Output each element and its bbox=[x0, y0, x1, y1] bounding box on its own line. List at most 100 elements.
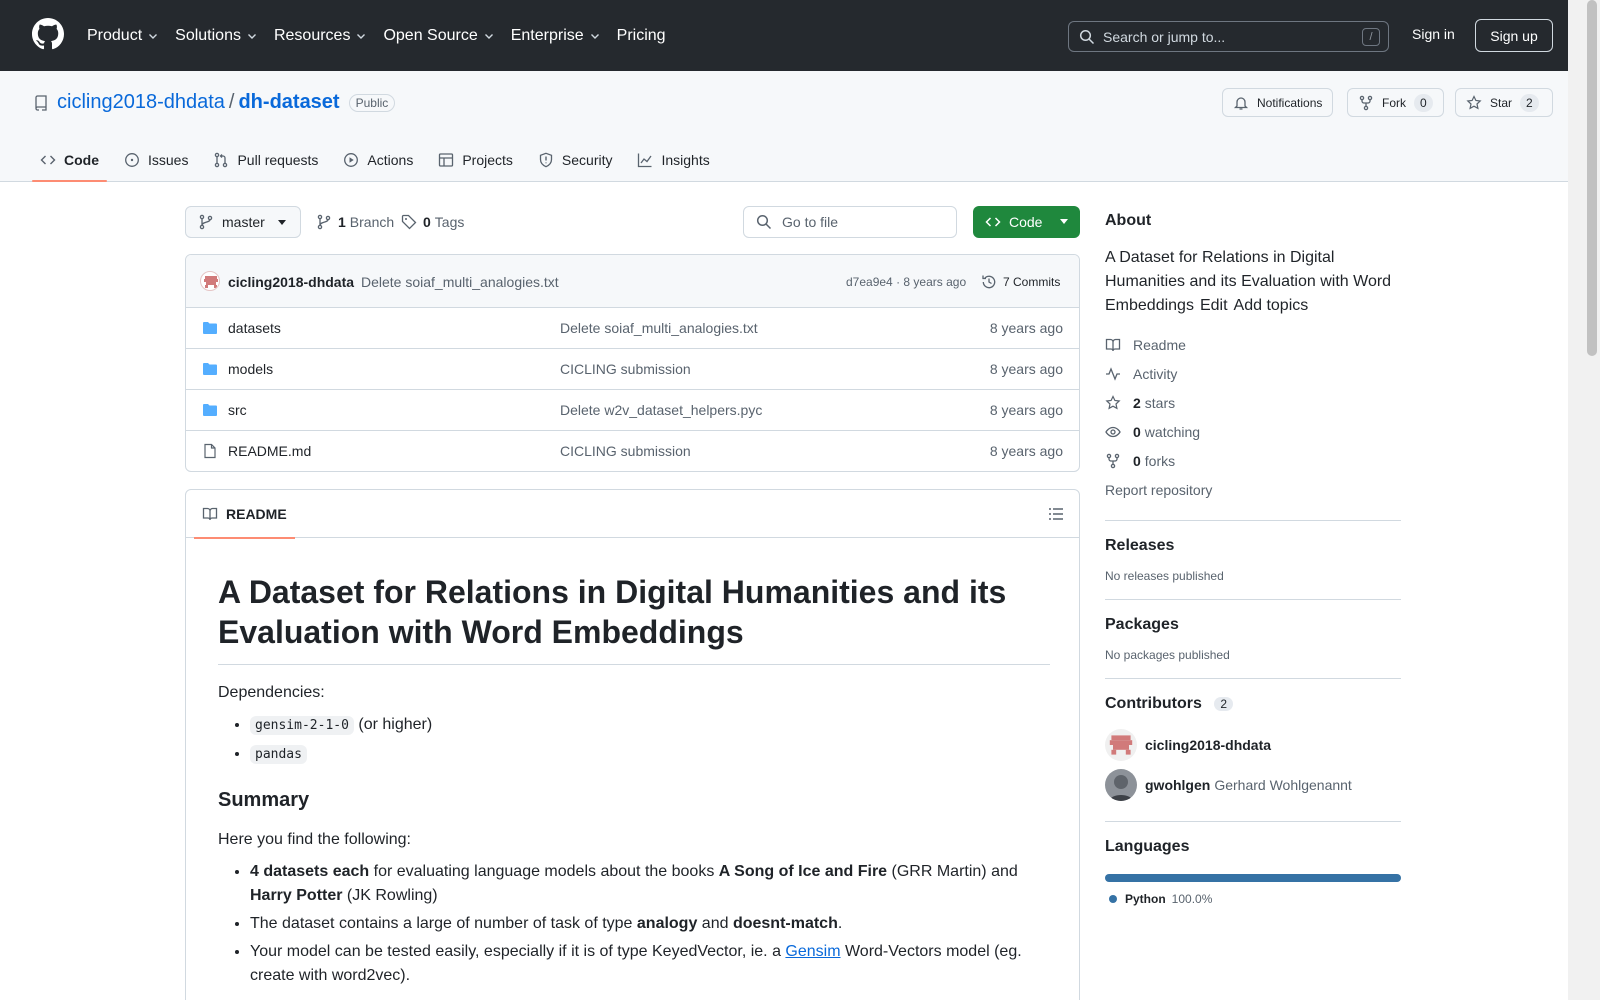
divider bbox=[1105, 599, 1401, 600]
tab-pull-requests[interactable]: Pull requests bbox=[205, 139, 326, 180]
nav-enterprise[interactable]: Enterprise bbox=[511, 27, 601, 45]
repo-sidebar: About A Dataset for Relations in Digital… bbox=[1105, 200, 1401, 906]
file-commit-message[interactable]: CICLING submission bbox=[560, 361, 691, 377]
file-name-link[interactable]: src bbox=[228, 402, 247, 418]
contributors-heading[interactable]: Contributors 2 bbox=[1105, 695, 1401, 713]
releases-text: No releases published bbox=[1105, 569, 1224, 583]
github-logo-icon[interactable] bbox=[32, 18, 64, 50]
edit-link[interactable]: Edit bbox=[1200, 297, 1228, 314]
graph-icon bbox=[638, 153, 653, 167]
commit-hash-link[interactable]: d7ea9e4 bbox=[846, 275, 893, 289]
folder-icon bbox=[203, 404, 217, 416]
shield-icon bbox=[539, 152, 553, 167]
tab-readme[interactable]: README bbox=[194, 490, 295, 539]
file-name-link[interactable]: README.md bbox=[228, 443, 311, 459]
go-to-file-input[interactable]: Go to file bbox=[743, 206, 957, 238]
chevron-down-icon bbox=[149, 33, 158, 39]
commit-time: 8 years ago bbox=[903, 275, 967, 289]
readme-link[interactable]: Readme bbox=[1105, 330, 1401, 359]
language-color-dot bbox=[1109, 895, 1117, 903]
tag-icon bbox=[401, 214, 417, 230]
nav-pricing[interactable]: Pricing bbox=[617, 27, 666, 45]
fork-button[interactable]: Fork 0 bbox=[1347, 88, 1444, 117]
tab-actions[interactable]: Actions bbox=[335, 139, 421, 180]
report-repository-link[interactable]: Report repository bbox=[1105, 475, 1401, 504]
stars-link[interactable]: 2 stars bbox=[1105, 388, 1401, 417]
sign-in-link[interactable]: Sign in bbox=[1412, 26, 1455, 42]
nav-resources[interactable]: Resources bbox=[274, 27, 367, 45]
code-dropdown-button[interactable]: Code bbox=[973, 206, 1080, 238]
list-item: Your model can be tested easily, especia… bbox=[250, 940, 1050, 988]
search-input[interactable]: Search or jump to... / bbox=[1068, 21, 1389, 52]
tab-projects[interactable]: Projects bbox=[430, 139, 521, 180]
languages-heading: Languages bbox=[1105, 838, 1190, 855]
commit-author-link[interactable]: cicling2018-dhdata bbox=[228, 274, 354, 290]
repo-description: A Dataset for Relations in Digital Human… bbox=[1105, 249, 1392, 314]
file-name-link[interactable]: models bbox=[228, 361, 273, 377]
file-commit-message[interactable]: Delete soiaf_multi_analogies.txt bbox=[560, 320, 758, 336]
fork-count: 0 bbox=[1414, 93, 1433, 112]
repo-icon bbox=[35, 94, 47, 111]
tab-security[interactable]: Security bbox=[530, 139, 621, 180]
search-icon bbox=[756, 214, 772, 230]
folder-icon bbox=[203, 322, 217, 334]
tags-link[interactable]: 0 Tags bbox=[401, 214, 464, 230]
chevron-down-icon bbox=[590, 33, 599, 39]
repo-separator: / bbox=[228, 91, 235, 113]
page-scrollbar[interactable] bbox=[1568, 0, 1600, 1000]
file-name-link[interactable]: datasets bbox=[228, 320, 281, 336]
folder-icon bbox=[203, 363, 217, 375]
avatar bbox=[1105, 729, 1137, 761]
scrollbar-thumb[interactable] bbox=[1587, 0, 1597, 356]
add-topics-link[interactable]: Add topics bbox=[1234, 297, 1309, 314]
summary-list: 4 datasets each for evaluating language … bbox=[218, 860, 1050, 988]
list-unordered-icon[interactable] bbox=[1048, 506, 1064, 522]
file-commit-message[interactable]: CICLING submission bbox=[560, 443, 691, 459]
forks-link[interactable]: 0 forks bbox=[1105, 446, 1401, 475]
branch-select-button[interactable]: master bbox=[185, 206, 301, 238]
repo-owner-link[interactable]: cicling2018-dhdata bbox=[57, 91, 225, 114]
language-item[interactable]: Python 100.0% bbox=[1105, 892, 1401, 906]
global-header: Product Solutions Resources Open Source … bbox=[0, 0, 1568, 71]
star-button[interactable]: Star 2 bbox=[1455, 88, 1553, 117]
file-commit-date: 8 years ago bbox=[989, 443, 1063, 459]
packages-heading[interactable]: Packages bbox=[1105, 616, 1401, 634]
notifications-button[interactable]: Notifications bbox=[1222, 88, 1334, 117]
avatar bbox=[1105, 769, 1137, 801]
dependencies-label: Dependencies: bbox=[218, 684, 325, 701]
file-commit-date: 8 years ago bbox=[989, 361, 1063, 377]
sign-up-button[interactable]: Sign up bbox=[1475, 19, 1553, 52]
contributor-item[interactable]: gwohlgen Gerhard Wohlgenannt bbox=[1105, 765, 1401, 805]
fork-icon bbox=[1359, 95, 1373, 110]
tab-code[interactable]: Code bbox=[32, 139, 107, 182]
contributor-item[interactable]: cicling2018-dhdata bbox=[1105, 725, 1401, 765]
commits-history-link[interactable]: 7 Commits bbox=[981, 274, 1060, 290]
activity-link[interactable]: Activity bbox=[1105, 359, 1401, 388]
releases-heading[interactable]: Releases bbox=[1105, 537, 1401, 555]
file-commit-message[interactable]: Delete w2v_dataset_helpers.pyc bbox=[560, 402, 762, 418]
dependencies-list: gensim-2-1-0 (or higher) pandas bbox=[218, 713, 1050, 767]
tab-issues[interactable]: Issues bbox=[116, 139, 196, 180]
fork-icon bbox=[1106, 453, 1120, 468]
readme-panel: README A Dataset for Relations in Digita… bbox=[185, 489, 1080, 1000]
commit-message-link[interactable]: Delete soiaf_multi_analogies.txt bbox=[361, 274, 559, 290]
pull-request-icon bbox=[215, 152, 228, 167]
file-icon bbox=[204, 443, 216, 459]
git-branch-icon bbox=[317, 214, 331, 230]
repo-name-link[interactable]: dh-dataset bbox=[238, 91, 339, 114]
tab-insights[interactable]: Insights bbox=[629, 139, 717, 180]
repo-title: cicling2018-dhdata / dh-dataset Public bbox=[33, 91, 396, 114]
list-item: gensim-2-1-0 (or higher) bbox=[250, 713, 1050, 738]
nav-solutions[interactable]: Solutions bbox=[175, 27, 258, 45]
divider bbox=[1105, 520, 1401, 521]
history-icon bbox=[982, 275, 996, 289]
watchers-link[interactable]: 0 watching bbox=[1105, 417, 1401, 446]
summary-intro: Here you find the following: bbox=[218, 831, 411, 848]
gensim-link[interactable]: Gensim bbox=[785, 943, 840, 960]
author-avatar[interactable] bbox=[200, 271, 220, 291]
nav-open-source[interactable]: Open Source bbox=[383, 27, 494, 45]
nav-product[interactable]: Product bbox=[87, 27, 159, 45]
branches-link[interactable]: 1 Branch bbox=[316, 214, 394, 230]
latest-commit-bar: cicling2018-dhdata Delete soiaf_multi_an… bbox=[186, 255, 1079, 308]
readme-header: README bbox=[186, 490, 1079, 539]
